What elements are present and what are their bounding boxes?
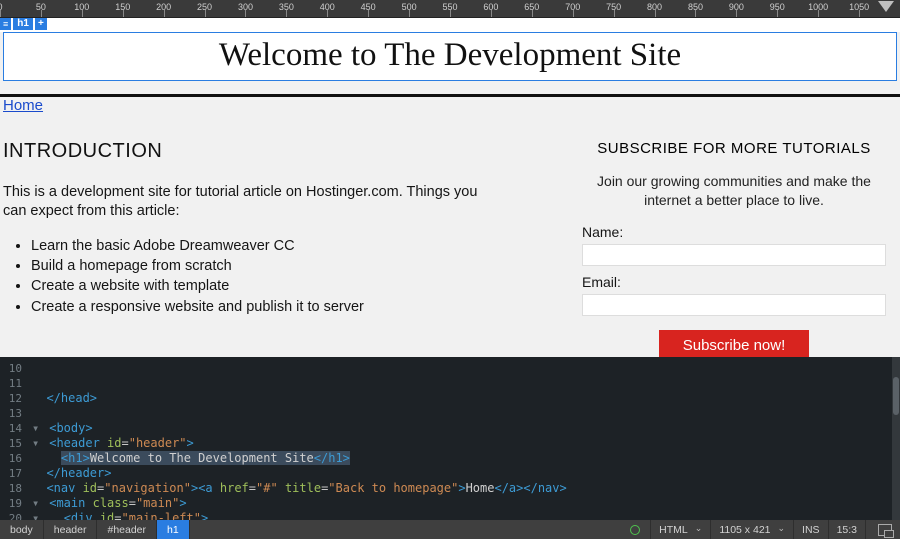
add-element-button[interactable]: + xyxy=(35,18,47,30)
status-bar: body header #header h1 HTML 1105 x 421 I… xyxy=(0,520,900,539)
section-heading: INTRODUCTION xyxy=(3,140,570,163)
insert-mode[interactable]: INS xyxy=(793,520,828,539)
list-item: Create a website with template xyxy=(31,276,570,296)
intro-paragraph: This is a development site for tutorial … xyxy=(3,183,483,221)
subscribe-heading: SUBSCRIBE FOR MORE TUTORIALS xyxy=(582,140,886,157)
breadcrumb-header-id[interactable]: #header xyxy=(97,520,157,539)
language-selector[interactable]: HTML xyxy=(650,520,710,539)
code-editor[interactable]: 10 11 12 13 14 15 16 17 18 19 20 21 </he… xyxy=(0,357,900,520)
playhead-icon[interactable] xyxy=(878,1,894,12)
status-ok-icon xyxy=(630,525,640,535)
horizontal-ruler[interactable]: 0501001502002503003504004505005506006507… xyxy=(0,0,900,18)
viewport-size[interactable]: 1105 x 421 xyxy=(710,520,793,539)
name-input[interactable] xyxy=(582,244,886,266)
list-item: Build a homepage from scratch xyxy=(31,256,570,276)
vertical-scrollbar[interactable] xyxy=(892,357,900,520)
scrollbar-thumb[interactable] xyxy=(893,377,899,415)
page-title: Welcome to The Development Site xyxy=(4,37,896,74)
line-number-gutter: 10 11 12 13 14 15 16 17 18 19 20 21 xyxy=(0,357,28,520)
breadcrumb-body[interactable]: body xyxy=(0,520,44,539)
list-item: Create a responsive website and publish … xyxy=(31,297,570,317)
element-badge-strip: ≡ h1 + xyxy=(0,18,900,32)
live-preview-pane: Welcome to The Development Site Home INT… xyxy=(0,32,900,357)
h1-selection-outline[interactable]: Welcome to The Development Site xyxy=(3,32,897,81)
email-label: Email: xyxy=(582,274,886,290)
subscribe-button[interactable]: Subscribe now! xyxy=(659,330,810,357)
main-left-column: INTRODUCTION This is a development site … xyxy=(0,140,570,357)
divider xyxy=(0,94,900,97)
cursor-position: 15:3 xyxy=(828,520,865,539)
list-item: Learn the basic Adobe Dreamweaver CC xyxy=(31,236,570,256)
nav-home-link[interactable]: Home xyxy=(3,97,43,114)
name-label: Name: xyxy=(582,224,886,240)
breadcrumb-h1[interactable]: h1 xyxy=(157,520,190,539)
overlay-icon[interactable] xyxy=(865,520,900,539)
hamburger-icon[interactable]: ≡ xyxy=(0,18,11,30)
breadcrumb-header[interactable]: header xyxy=(44,520,98,539)
subscribe-panel: SUBSCRIBE FOR MORE TUTORIALS Join our gr… xyxy=(570,140,900,357)
code-content[interactable]: </head> ▾ <body> ▾ <header id="header"> … xyxy=(32,361,894,520)
selected-tag-badge[interactable]: h1 xyxy=(13,18,33,30)
email-input[interactable] xyxy=(582,294,886,316)
feature-list: Learn the basic Adobe Dreamweaver CC Bui… xyxy=(3,236,570,317)
subscribe-subtext: Join our growing communities and make th… xyxy=(582,172,886,210)
